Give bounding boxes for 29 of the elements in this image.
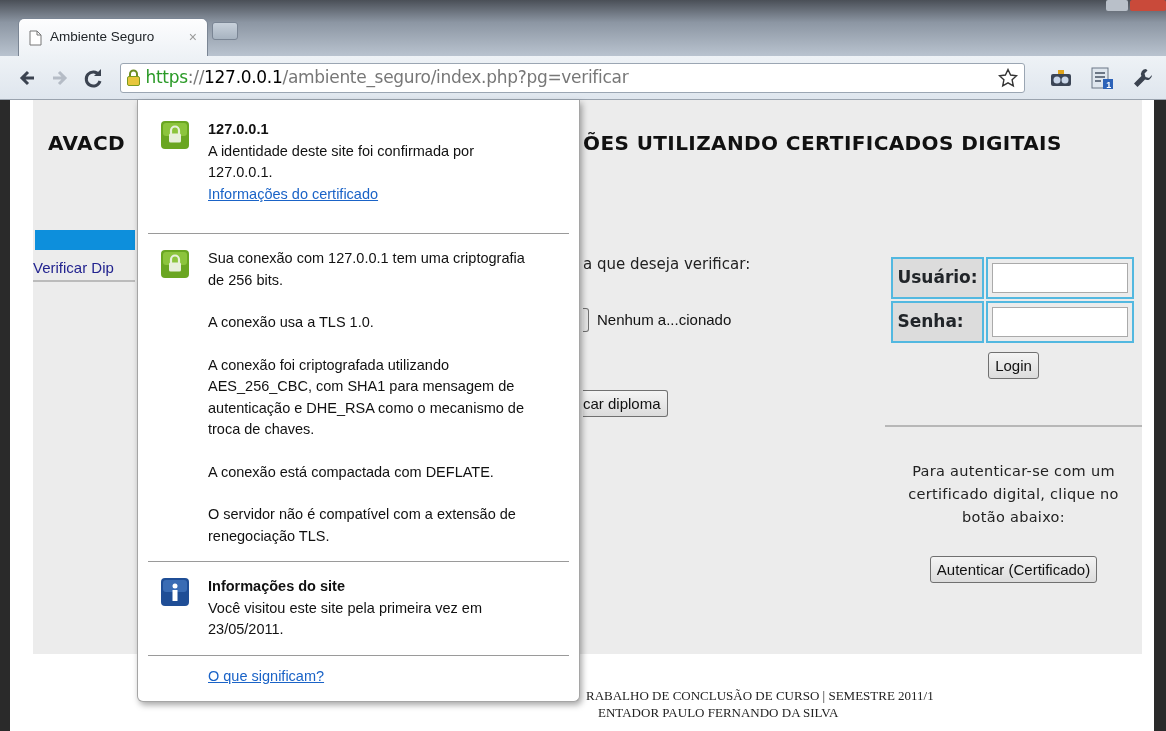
section-title: Informações do site [208, 577, 346, 596]
info-text: A conexão está compactada com DEFLATE. [208, 462, 495, 482]
field-label: Senha: [891, 301, 984, 343]
page-heading: AVACD [48, 130, 125, 156]
help-link[interactable]: O que significam? [208, 667, 325, 684]
badge-count: 1 [1105, 79, 1113, 90]
info-text: A conexão foi criptografada utilizando AES_256_CBC, com SHA1 para mensagem de autenticação e DHE_RSA como o mecanismo de troca de chaves. [208, 355, 525, 439]
info-text: Você visitou este site pela primeira vez em 23/05/2011. [208, 598, 483, 639]
tab-title: Ambiente Seguro [50, 28, 155, 47]
browser-tab[interactable]: Ambiente Seguro × [18, 18, 208, 56]
page-heading: ÕES UTILIZANDO CERTIFICADOS DIGITAIS [583, 130, 1063, 156]
login-button[interactable]: Login [988, 352, 1039, 379]
file-status-text: Nenhum a...cionado [597, 309, 732, 330]
info-text: O servidor não é compatível com a extensão de renegociação TLS. [208, 505, 517, 546]
footer-text: RABALHO DE CONCLUSÃO DE CURSO | SEMESTRE 2011/1 [586, 687, 935, 704]
info-text: A identidade deste site foi confirmada por 127.0.0.1. [208, 141, 475, 182]
certificate-instructions: Para autenticar-se com um certificado digital, clique no botão abaixo: [907, 462, 1120, 527]
certificate-info-link[interactable]: Informações do certificado [208, 185, 379, 202]
certificate-login-button[interactable]: Autenticar (Certificado) [929, 556, 1098, 583]
info-text: A conexão usa a TLS 1.0. [208, 313, 375, 332]
section-title: 127.0.0.1 [208, 120, 270, 139]
verify-button[interactable]: car diploma [583, 390, 668, 417]
info-text: Sua conexão com 127.0.0.1 tem uma criptografia de 256 bits. [208, 249, 526, 290]
url-text: https://127.0.0.1/ambiente_seguro/index.php?pg=verificar [145, 65, 629, 90]
field-label: Usuário: [891, 257, 984, 299]
footer-text: ENTADOR PAULO FERNANDO DA SILVA [597, 704, 840, 721]
address-bar[interactable]: https://127.0.0.1/ambiente_seguro/index.php?pg=verificar [119, 62, 1025, 93]
prompt-text: a que deseja verificar: [583, 254, 752, 274]
nav-link[interactable]: Verificar Dip [33, 259, 135, 282]
